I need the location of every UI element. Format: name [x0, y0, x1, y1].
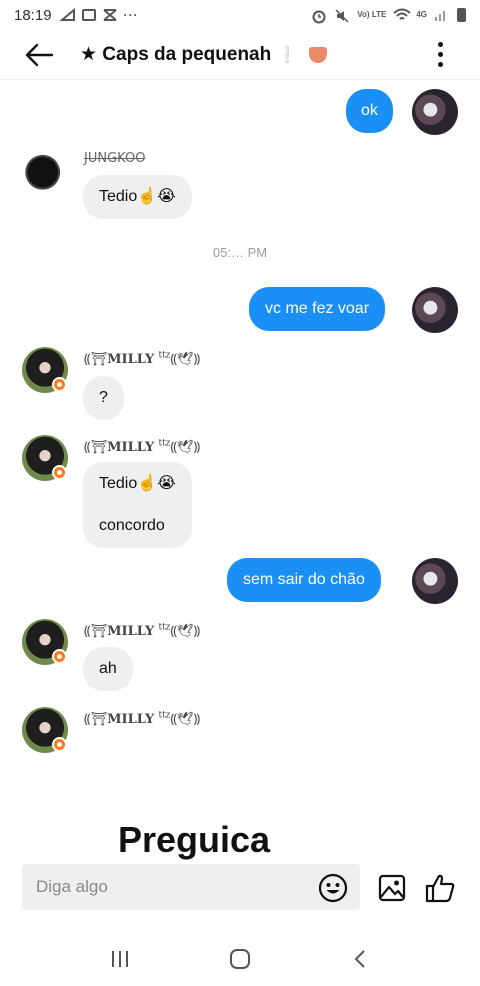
sender-label: MILLY — [107, 624, 155, 639]
message-input-placeholder: Diga algo — [36, 877, 108, 896]
my-avatar[interactable] — [412, 89, 458, 135]
sender-sup: ttz — [158, 710, 171, 721]
overlay-caption: Preguica — [118, 819, 271, 860]
dot — [437, 52, 443, 57]
sender-name: ⸨⛩MILLY ttz⸨🕊︎⸩ — [84, 709, 200, 727]
arrow-left-icon — [25, 43, 54, 66]
sender-name: JUNGKOO — [84, 151, 146, 166]
sender-avatar[interactable] — [22, 147, 68, 193]
recents-button[interactable] — [100, 939, 140, 979]
chevron-left-icon — [354, 950, 365, 968]
lte-icon: Vo) LTE — [357, 10, 387, 19]
chat-title: ★ Caps da pequenah — [80, 44, 272, 65]
cell-signal-icon — [434, 8, 450, 22]
sender-name: ⸨⛩MILLY ttz⸨🕊︎⸩ — [84, 349, 200, 367]
message-line: concordo — [99, 517, 165, 534]
outgoing-message[interactable]: ok — [346, 89, 393, 133]
signal-off-icon — [58, 7, 76, 22]
sender-suffix: ⸨🕊︎⸩ — [170, 624, 201, 639]
composer-bar: Diga algo — [0, 862, 480, 914]
message-timestamp: 05:… PM — [212, 245, 268, 260]
chat-header: ★ Caps da pequenah ❕ — [0, 30, 480, 80]
status-left-icons: ··· — [58, 7, 139, 22]
sender-prefix: ⸨⛩ — [84, 624, 108, 639]
chat-title-group[interactable]: ★ Caps da pequenah ❕ — [80, 43, 328, 66]
sender-name: ⸨⛩MILLY ttz⸨🕊︎⸩ — [84, 437, 200, 455]
capcut-icon — [102, 8, 118, 22]
sender-suffix: ⸨🕊︎⸩ — [170, 352, 201, 367]
sender-suffix: ⸨🕊︎⸩ — [170, 440, 201, 455]
home-icon — [230, 949, 250, 969]
incoming-message[interactable]: ah — [83, 647, 133, 691]
home-button[interactable] — [220, 939, 260, 979]
story-badge-icon — [52, 649, 67, 664]
emoji-icon[interactable] — [318, 873, 348, 903]
sender-label: MILLY — [107, 352, 155, 367]
wifi-icon — [393, 8, 411, 22]
image-icon[interactable] — [378, 874, 406, 902]
youtube-icon — [81, 9, 96, 21]
battery-icon — [457, 8, 466, 22]
incoming-message[interactable]: ? — [83, 376, 124, 420]
more-notifications-icon: ··· — [123, 8, 139, 22]
back-button[interactable] — [16, 32, 62, 78]
story-badge-icon — [52, 737, 67, 752]
network-type: 4G — [416, 10, 427, 19]
title-decoration: ❕ — [277, 46, 298, 64]
more-options-button[interactable] — [428, 37, 452, 73]
dot — [437, 42, 443, 47]
message-input[interactable]: Diga algo — [22, 864, 360, 910]
sender-sup: ttz — [158, 350, 171, 361]
system-nav-bar — [0, 932, 480, 986]
story-badge-icon — [52, 465, 67, 480]
status-right-icons: Vo) LTE 4G — [311, 8, 466, 24]
my-avatar[interactable] — [412, 558, 458, 604]
recents-icon — [112, 951, 128, 967]
sender-label: MILLY — [107, 712, 155, 727]
sender-name: ⸨⛩MILLY ttz⸨🕊︎⸩ — [84, 621, 200, 639]
outgoing-message[interactable]: sem sair do chão — [227, 558, 381, 602]
alarm-icon — [311, 8, 327, 24]
sender-suffix: ⸨🕊︎⸩ — [170, 712, 201, 727]
incoming-message[interactable]: Tedio☝️😭 — [83, 175, 192, 219]
message-line: Tedio☝️😭 — [99, 475, 176, 492]
outgoing-message[interactable]: vc me fez voar — [249, 287, 386, 331]
message-list[interactable]: ok JUNGKOO Tedio☝️😭 05:… PM vc me fez vo… — [0, 81, 480, 861]
sender-prefix: ⸨⛩ — [84, 440, 108, 455]
heart-shield-icon — [309, 46, 328, 63]
my-avatar[interactable] — [412, 287, 458, 333]
sender-prefix: ⸨⛩ — [84, 352, 108, 367]
sender-prefix: ⸨⛩ — [84, 712, 108, 727]
status-bar: 18:19 ··· Vo) LTE 4G — [0, 0, 480, 30]
sender-sup: ttz — [158, 622, 171, 633]
sender-sup: ttz — [158, 438, 171, 449]
dot — [437, 62, 443, 67]
system-back-button[interactable] — [340, 939, 380, 979]
story-badge-icon — [52, 377, 67, 392]
status-time: 18:19 — [14, 6, 52, 24]
incoming-message[interactable]: Tedio☝️😭 concordo — [83, 462, 192, 548]
mute-icon — [334, 8, 350, 23]
sender-label: MILLY — [107, 440, 155, 455]
thumbs-up-icon[interactable] — [424, 872, 456, 904]
